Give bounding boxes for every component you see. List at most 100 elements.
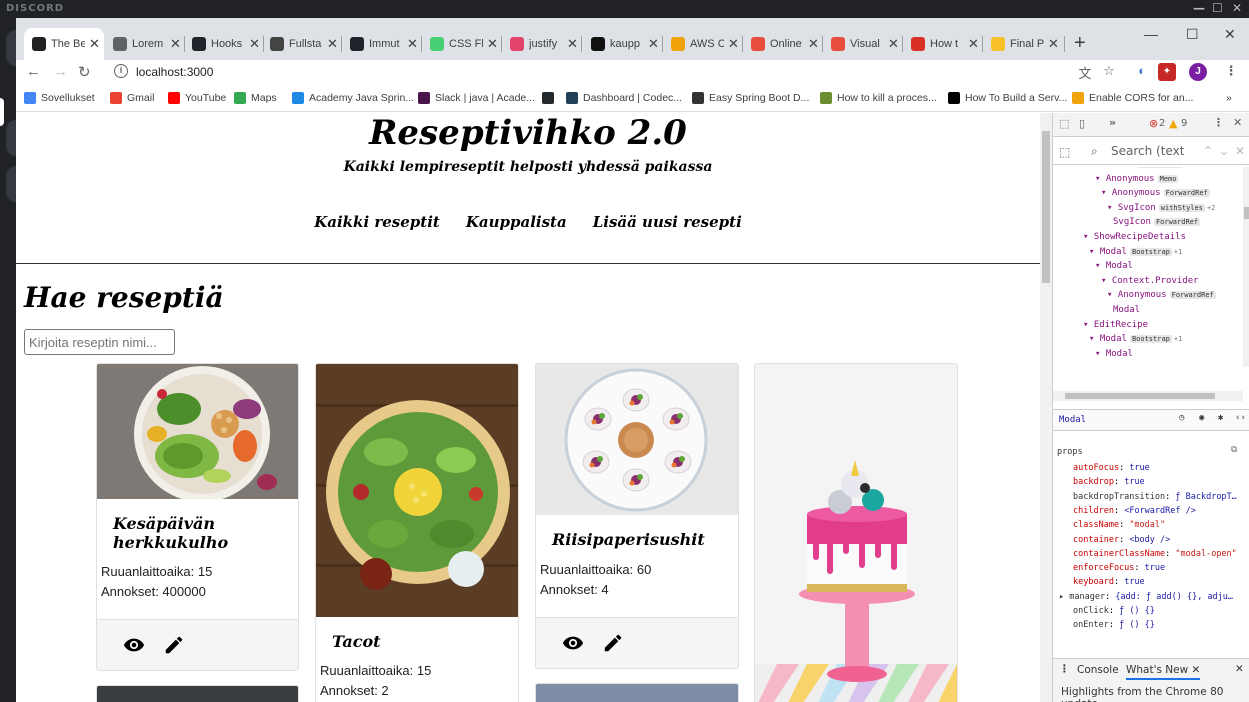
bookmark-item[interactable]: YouTube [168,92,226,104]
recipe-search-input[interactable] [24,329,175,355]
devtools-close-icon[interactable]: ✕ [1233,116,1242,129]
bookmark-item[interactable]: How To Build a Serv... [948,92,1067,104]
tree-node[interactable]: ButtonForwardRef [1101,167,1183,169]
tree-node[interactable]: ▾ EditRecipe [1083,320,1148,330]
prop-row[interactable]: autoFocus: true [1073,463,1150,473]
extension-icon[interactable]: ◐ [1133,63,1151,81]
devtools-menu-icon[interactable]: ⋮ [1213,116,1224,129]
source-icon[interactable]: ‹› [1235,413,1246,423]
stopwatch-icon[interactable]: ◷ [1179,413,1184,423]
tree-node[interactable]: ▾ SvgIcon withStyles +2 [1107,203,1215,213]
eye-icon[interactable]: ◉ [1199,413,1204,423]
tree-node[interactable]: ▾ Anonymous Memo [1095,174,1179,184]
scrollbar-thumb[interactable] [1042,131,1050,283]
prop-row[interactable]: container: <body /> [1073,535,1170,545]
drawer-tab-whats-new[interactable]: What's New ✕ [1126,664,1201,680]
tab-close-icon[interactable]: ✕ [327,36,338,52]
browser-tab[interactable]: AWS C ✕ [663,28,743,60]
tree-node[interactable]: ▾ Modal Bootstrap +1 [1089,334,1182,344]
browser-tab[interactable]: CSS Fl ✕ [422,28,502,60]
nav-all-recipes[interactable]: Kaikki reseptit [314,213,440,231]
bookmark-item[interactable]: Maps [234,92,277,104]
prop-row[interactable]: onEnter: ƒ () {} [1073,620,1155,630]
recipe-card[interactable]: Tacot Ruuanlaittoaika: 15 Annokset: 2 [315,363,519,702]
tab-close-icon[interactable]: ✕ [808,36,819,52]
recipe-image-cake[interactable] [755,364,957,702]
address-bar[interactable]: i localhost:3000 [104,60,1074,84]
tab-close-icon[interactable]: ✕ [249,36,260,52]
recipe-image-tacos[interactable] [316,364,518,617]
inspect-element-icon[interactable]: ⬚ [1059,117,1069,130]
warning-icon[interactable]: ▲ [1169,117,1177,130]
bookmark-item[interactable]: Easy Spring Boot D... [692,92,809,104]
browser-tab[interactable]: How t ✕ [903,28,983,60]
back-icon[interactable]: ← [26,63,41,80]
devtools-more-tabs[interactable]: » [1109,116,1116,129]
recipe-image[interactable] [536,684,738,702]
bookmarks-more-button[interactable]: » [1226,92,1232,104]
nav-shopping-list[interactable]: Kauppalista [466,213,567,231]
edit-pencil-icon[interactable] [602,632,624,654]
url-text[interactable]: localhost:3000 [136,65,213,79]
prop-row[interactable]: backdrop: true [1073,477,1145,487]
tree-scrollbar[interactable] [1243,167,1249,367]
minimize-icon[interactable]: — [1193,1,1206,15]
tab-close-icon[interactable]: ✕ [888,36,899,52]
tab-close-icon[interactable]: ✕ [968,36,979,52]
recipe-card[interactable] [754,363,958,702]
browser-tab[interactable]: Lorem ✕ [105,28,185,60]
recipe-image-salad-bowl[interactable] [97,364,298,499]
tab-close-icon[interactable]: ✕ [487,36,498,52]
bookmark-item[interactable]: Academy Java Sprin... [292,92,414,104]
prop-row[interactable]: ▸ manager: {add: ƒ add() {}, adju… [1059,592,1233,602]
recipe-card[interactable] [535,683,739,702]
prop-row[interactable]: containerClassName: "modal-open" [1073,549,1237,559]
bookmark-item[interactable]: Gmail [110,92,154,104]
window-close-icon[interactable]: ✕ [1224,26,1236,43]
bookmark-item[interactable]: How to kill a proces... [820,92,937,104]
bookmark-item[interactable]: Dashboard | Codec... [566,92,682,104]
forward-icon[interactable]: → [53,63,68,80]
new-tab-button[interactable]: + [1074,32,1086,55]
menu-kebab-icon[interactable]: ⋮ [1222,63,1240,81]
prop-row[interactable]: backdropTransition: ƒ BackdropT… [1073,492,1237,502]
search-prev-icon[interactable]: ⌃ [1203,144,1213,158]
recipe-image-rice-paper-rolls[interactable] [536,364,738,515]
close-icon[interactable]: ✕ [1232,1,1243,15]
prop-row[interactable]: onClick: ƒ () {} [1073,606,1155,616]
tab-close-icon[interactable]: ✕ [728,36,739,52]
browser-tab[interactable]: Visual ✕ [823,28,903,60]
browser-tab[interactable]: Fullsta ✕ [262,28,342,60]
prop-row[interactable]: enforceFocus: true [1073,563,1165,573]
prop-row[interactable]: className: "modal" [1073,520,1165,530]
profile-avatar[interactable]: J [1189,63,1207,81]
view-eye-icon[interactable] [562,632,584,654]
browser-tab[interactable]: Final P ✕ [983,28,1065,60]
window-maximize-icon[interactable]: ☐ [1186,26,1199,43]
translate-icon[interactable]: 文 [1076,63,1094,81]
tab-close-icon[interactable]: ✕ [89,36,100,52]
component-search-input[interactable]: Search (text [1111,144,1184,158]
browser-tab[interactable]: Hooks ✕ [184,28,264,60]
prop-row[interactable]: keyboard: true [1073,577,1145,587]
tab-close-icon[interactable]: ✕ [648,36,659,52]
page-scrollbar[interactable] [1040,113,1052,702]
tab-close-icon[interactable]: ✕ [567,36,578,52]
tree-node[interactable]: ▾ Context.Provider [1101,276,1199,286]
bookmark-item[interactable]: Enable CORS for an... [1072,92,1193,104]
drawer-menu-icon[interactable]: ⋮ [1059,663,1070,675]
tab-close-icon[interactable]: ✕ [1048,36,1059,52]
recipe-card[interactable] [96,685,299,702]
site-info-icon[interactable]: i [114,64,128,78]
error-icon[interactable]: ⊗ [1149,117,1158,130]
edit-pencil-icon[interactable] [163,634,185,656]
tree-node[interactable]: SvgIcon ForwardRef [1113,217,1201,227]
drawer-close-icon[interactable]: ✕ [1235,663,1244,675]
recipe-image[interactable] [97,686,298,702]
select-component-icon[interactable]: ⬚ [1059,145,1070,159]
extension-icon[interactable]: ✦ [1158,63,1176,81]
browser-tab[interactable]: Immut ✕ [342,28,422,60]
tree-node[interactable]: ▾ Anonymous ForwardRef [1101,188,1210,198]
recipe-card[interactable]: Kesäpäivän herkkukulho Ruuanlaittoaika: … [96,363,299,671]
browser-tab[interactable]: kaupp ✕ [583,28,663,60]
